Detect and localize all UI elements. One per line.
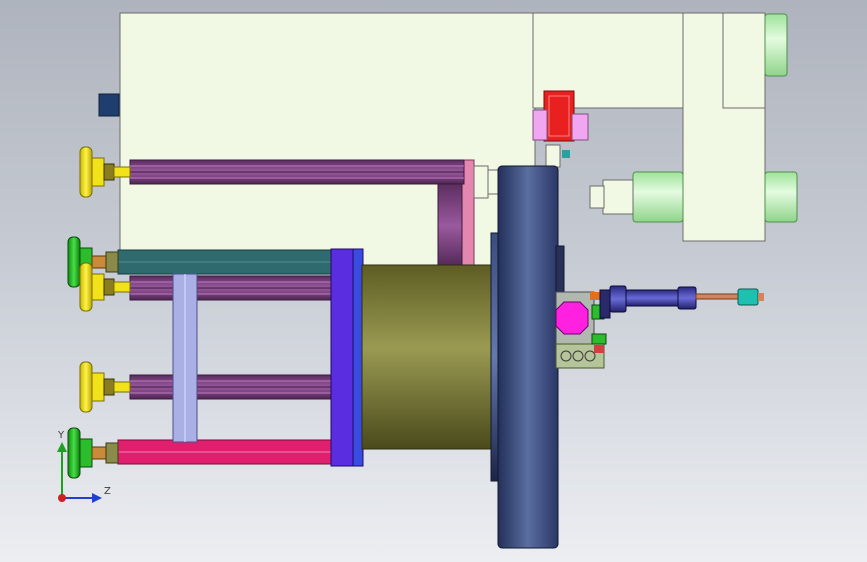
assembly-drawing[interactable] <box>0 0 867 562</box>
y-axis-label: Y <box>58 430 65 441</box>
z-axis-label: Z <box>104 486 111 497</box>
pneumatic-cylinder <box>599 285 764 319</box>
pipe-end-tip <box>589 185 605 209</box>
green-fitting <box>591 333 607 345</box>
clamp-stem <box>545 144 561 168</box>
olive-drum <box>361 264 495 450</box>
pink-block-left <box>532 109 548 141</box>
top-right-pipe <box>764 13 788 77</box>
pink-block-right <box>571 113 589 141</box>
pipe-end-cap <box>602 179 634 215</box>
leveling-foot <box>79 361 131 413</box>
magenta-valve <box>555 301 589 335</box>
red-fitting <box>594 345 604 353</box>
post-top-cap <box>473 165 489 199</box>
blue-flange-outer <box>330 248 354 467</box>
frame-right-plate-top <box>722 12 766 109</box>
mid-right-pipe <box>764 171 798 223</box>
orange-fitting <box>590 292 600 300</box>
navy-disk <box>497 165 559 549</box>
vertical-purple-beam <box>437 182 463 270</box>
valve-assembly <box>555 291 607 369</box>
left-pipe-stub <box>632 171 684 223</box>
clamp-teal-bit <box>562 150 570 158</box>
leveling-foot <box>67 427 119 479</box>
left-connector-block <box>98 93 120 117</box>
cad-viewport[interactable]: Y Z <box>0 0 867 562</box>
